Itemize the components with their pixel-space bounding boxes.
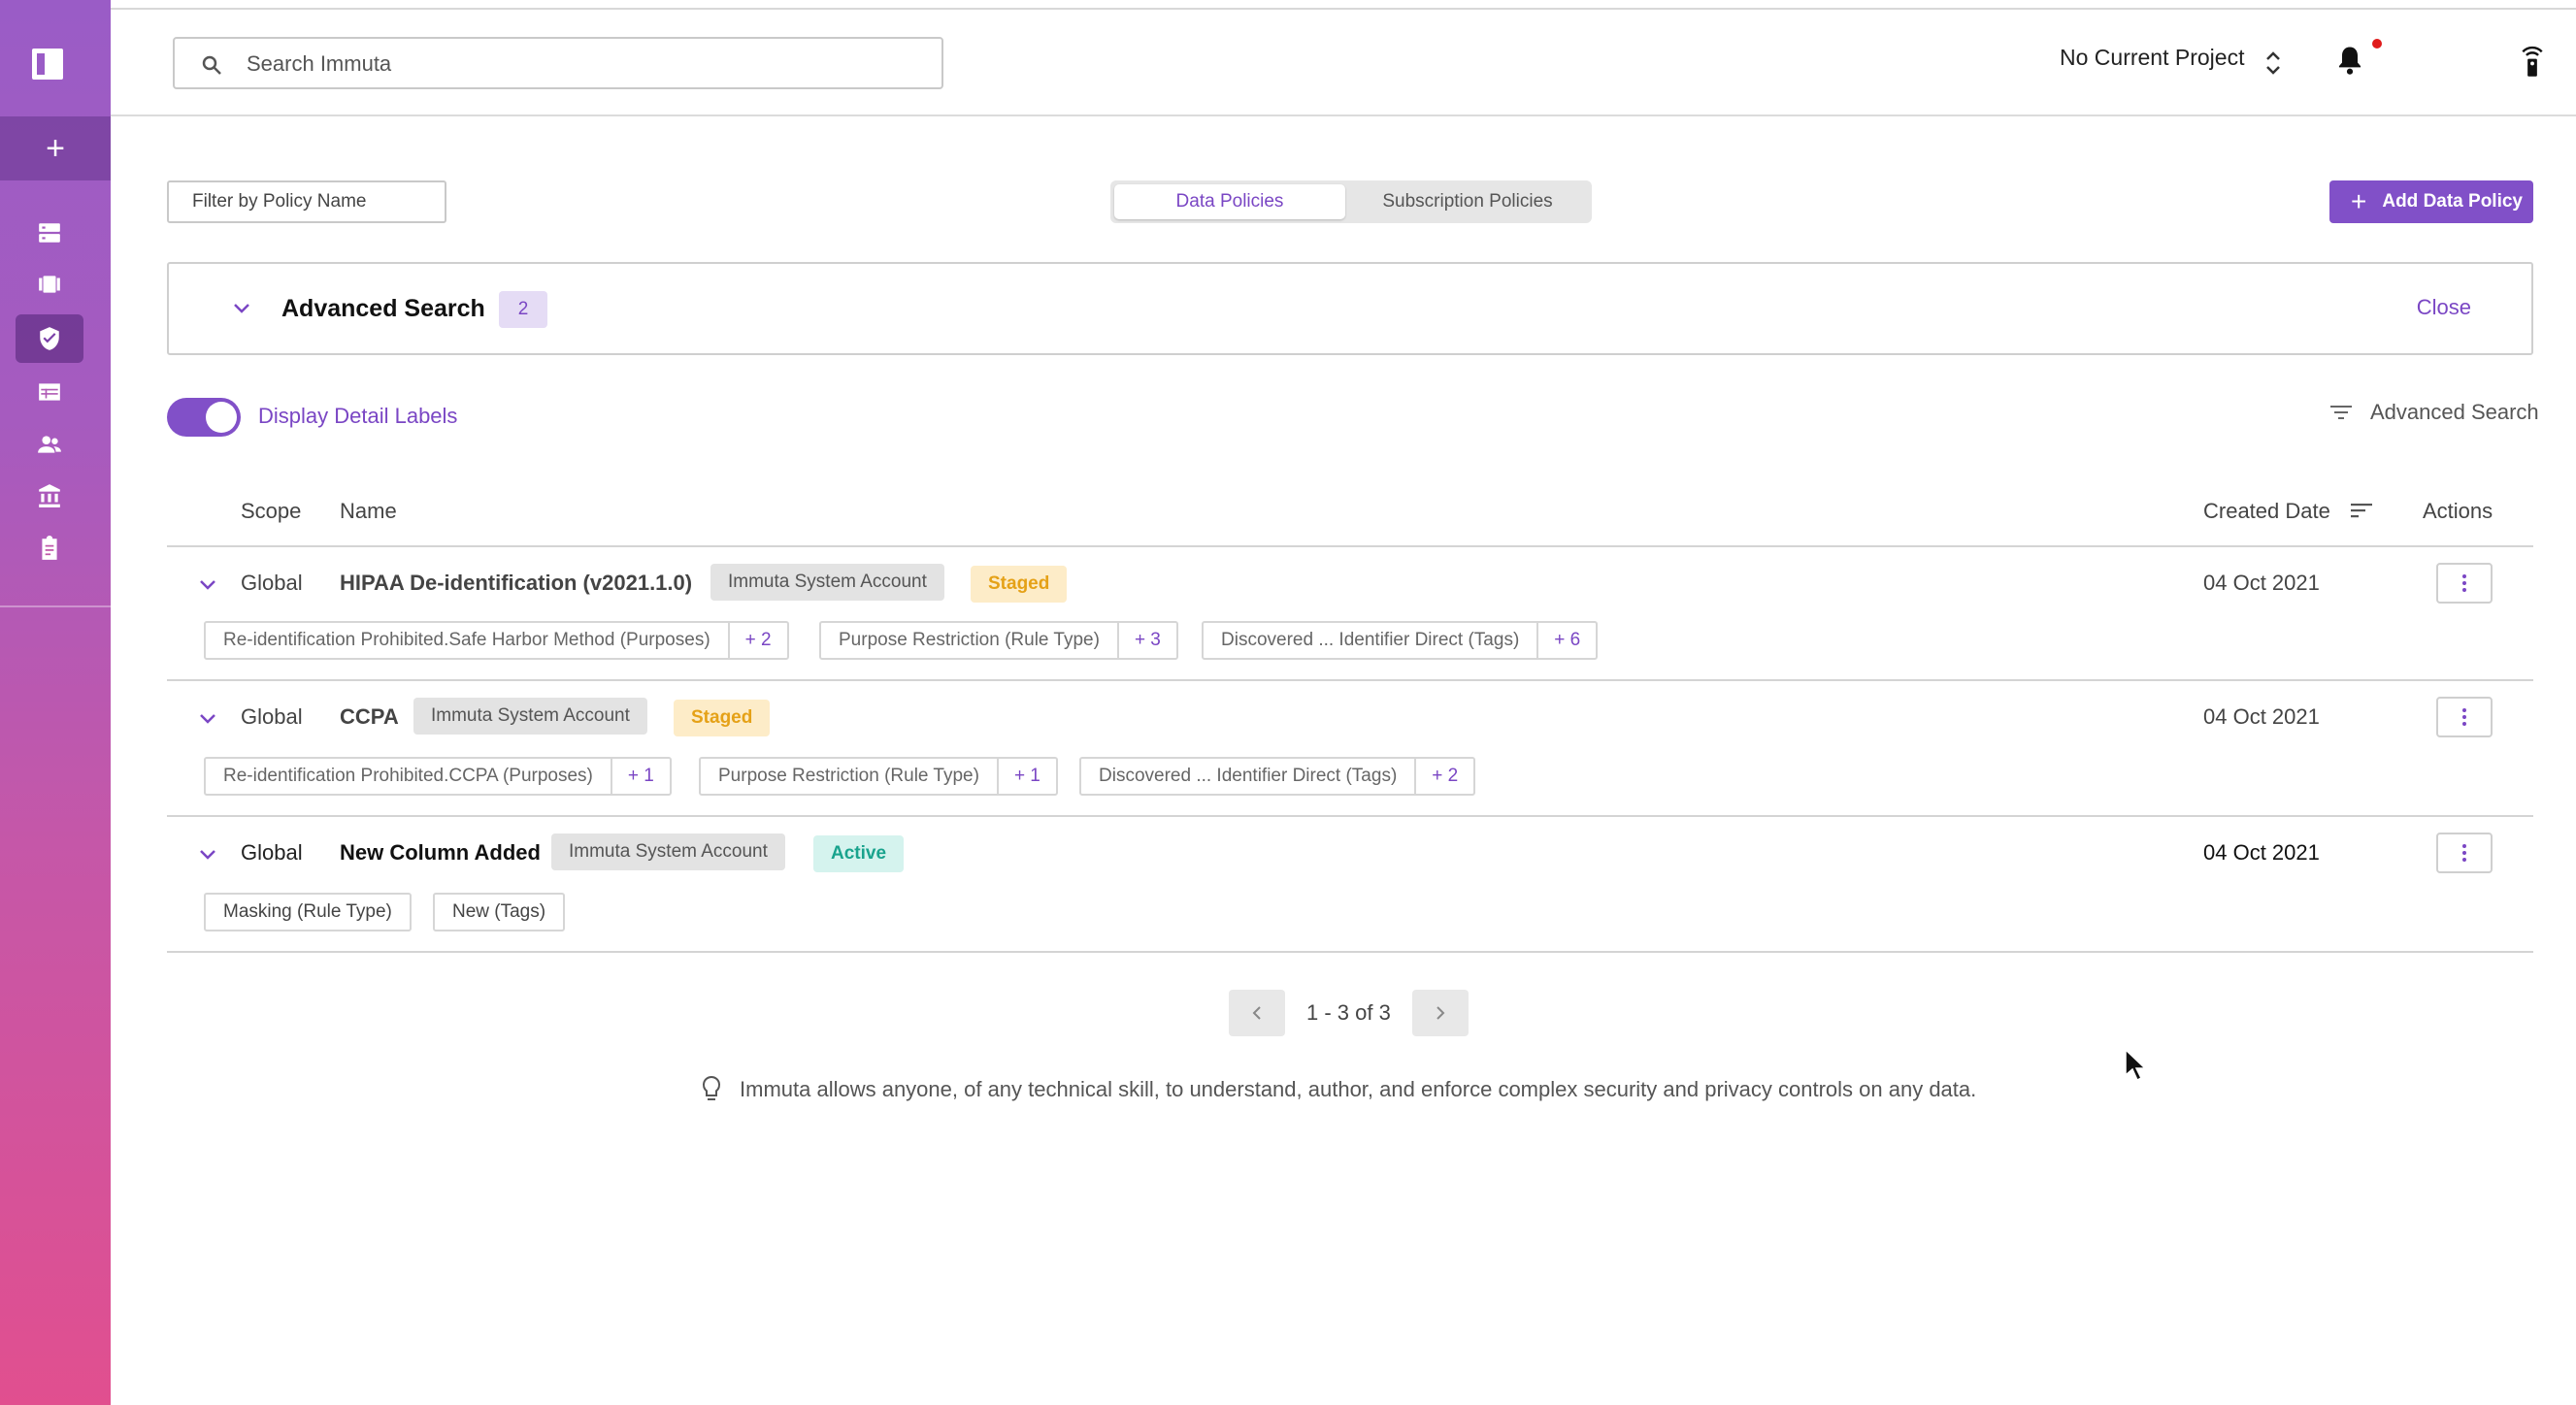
row-actions-button[interactable] (2436, 697, 2493, 737)
tab-data-policies[interactable]: Data Policies (1114, 184, 1345, 219)
chevron-down-icon[interactable] (231, 301, 252, 316)
new-item-button[interactable]: + (0, 116, 111, 180)
chevron-down-icon[interactable] (198, 578, 217, 592)
pagination: 1 - 3 of 3 (1229, 990, 1469, 1036)
plus-icon: + (2351, 186, 2367, 216)
row-divider (167, 951, 2533, 953)
sidebar-item-projects[interactable] (16, 260, 83, 309)
sidebar-divider (0, 605, 111, 607)
detail-label-chip[interactable]: Re-identification Prohibited.CCPA (Purpo… (204, 757, 672, 796)
display-detail-labels-label: Display Detail Labels (258, 404, 458, 428)
top-header: No Current Project O (111, 10, 2576, 116)
column-header-scope: Scope (241, 499, 302, 523)
row-created-date: 04 Oct 2021 (2203, 840, 2320, 865)
column-header-name: Name (340, 499, 397, 523)
mouse-cursor-icon (2125, 1048, 2147, 1082)
status-badge: Staged (971, 566, 1068, 603)
column-header-actions: Actions (2423, 499, 2493, 523)
remote-icon[interactable] (2518, 45, 2547, 78)
sidebar-item-audit[interactable] (16, 524, 83, 572)
unfold-icon[interactable] (2263, 49, 2283, 78)
detail-label-chip[interactable]: Masking (Rule Type) (204, 893, 412, 931)
column-header-created-date[interactable]: Created Date (2203, 499, 2330, 524)
row-divider (167, 815, 2533, 817)
database-icon (39, 223, 60, 243)
advanced-search-panel: Advanced Search 2 Close (167, 262, 2533, 355)
next-page-button[interactable] (1411, 990, 1469, 1036)
detail-label-chip[interactable]: Re-identification Prohibited.Safe Harbor… (204, 621, 789, 660)
advanced-search-link[interactable]: Advanced Search (2329, 400, 2539, 425)
advanced-search-title: Advanced Search (281, 295, 485, 322)
chevron-right-icon (1437, 1006, 1445, 1020)
toggle-knob (206, 402, 237, 433)
row-scope: Global (241, 704, 303, 729)
sidebar-item-governance[interactable] (16, 472, 83, 520)
immuta-logo[interactable] (32, 49, 63, 80)
shield-icon (40, 327, 59, 350)
row-actions-button[interactable] (2436, 563, 2493, 604)
policy-name-link[interactable]: HIPAA De-identification (v2021.1.0) (340, 571, 692, 596)
row-scope: Global (241, 840, 303, 865)
advanced-search-count-badge: 2 (499, 291, 547, 328)
more-vertical-icon (2462, 708, 2466, 726)
detail-label-chip[interactable]: Purpose Restriction (Rule Type) + 1 (699, 757, 1058, 796)
sidebar-item-data-sources[interactable] (16, 209, 83, 257)
policy-name-link[interactable]: New Column Added (340, 840, 541, 866)
advanced-search-link-label: Advanced Search (2370, 400, 2539, 424)
sidebar-item-query-editor[interactable] (16, 368, 83, 416)
table-icon (39, 383, 60, 401)
add-data-policy-label: Add Data Policy (2382, 191, 2524, 212)
account-badge: Immuta System Account (413, 698, 647, 735)
status-badge: Staged (674, 700, 771, 736)
row-actions-button[interactable] (2436, 833, 2493, 873)
sidebar-item-policies[interactable] (16, 314, 83, 363)
policy-type-tabs: Data Policies Subscription Policies (1110, 180, 1592, 223)
account-badge: Immuta System Account (551, 833, 785, 870)
lightbulb-icon (702, 1075, 721, 1100)
status-badge: Active (813, 835, 905, 872)
clipboard-icon (42, 536, 57, 560)
chevron-down-icon[interactable] (198, 712, 217, 726)
row-created-date: 04 Oct 2021 (2203, 704, 2320, 729)
sidebar: + (0, 0, 111, 1405)
row-scope: Global (241, 571, 303, 595)
policy-name-link[interactable]: CCPA (340, 704, 399, 730)
header-divider (167, 545, 2533, 547)
filter-list-icon (2330, 406, 2352, 419)
bank-icon (39, 484, 60, 507)
search-icon (202, 55, 221, 75)
row-created-date: 04 Oct 2021 (2203, 571, 2320, 595)
detail-label-chip[interactable]: Discovered ... Identifier Direct (Tags) +… (1202, 621, 1599, 660)
account-badge: Immuta System Account (710, 564, 944, 601)
notification-badge (2372, 39, 2382, 49)
search-input[interactable] (247, 47, 926, 82)
chevron-down-icon[interactable] (198, 848, 217, 862)
pagination-range: 1 - 3 of 3 (1306, 1000, 1391, 1025)
more-vertical-icon (2462, 844, 2466, 862)
tip-message: Immuta allows anyone, of any technical s… (701, 1075, 1976, 1104)
detail-label-chip[interactable]: Discovered ... Identifier Direct (Tags) +… (1079, 757, 1476, 796)
detail-label-chip[interactable]: New (Tags) (433, 893, 566, 931)
sidebar-item-people[interactable] (16, 420, 83, 469)
close-advanced-search-button[interactable]: Close (2417, 295, 2471, 320)
notifications-bell-icon[interactable] (2335, 45, 2364, 76)
project-selector[interactable]: No Current Project (2060, 45, 2244, 71)
add-data-policy-button[interactable]: + Add Data Policy (2329, 180, 2533, 223)
people-icon (38, 436, 61, 453)
sort-icon[interactable] (2349, 499, 2374, 522)
projects-icon (39, 276, 60, 293)
display-detail-labels-toggle[interactable] (167, 398, 241, 437)
global-search (173, 37, 943, 89)
tip-text: Immuta allows anyone, of any technical s… (740, 1077, 1977, 1101)
tab-subscription-policies[interactable]: Subscription Policies (1347, 184, 1588, 219)
policy-name-filter-input[interactable] (167, 180, 446, 223)
previous-page-button[interactable] (1229, 990, 1285, 1036)
detail-label-chip[interactable]: Purpose Restriction (Rule Type) + 3 (819, 621, 1178, 660)
chevron-left-icon (1252, 1006, 1261, 1020)
more-vertical-icon (2462, 574, 2466, 592)
row-divider (167, 679, 2533, 681)
